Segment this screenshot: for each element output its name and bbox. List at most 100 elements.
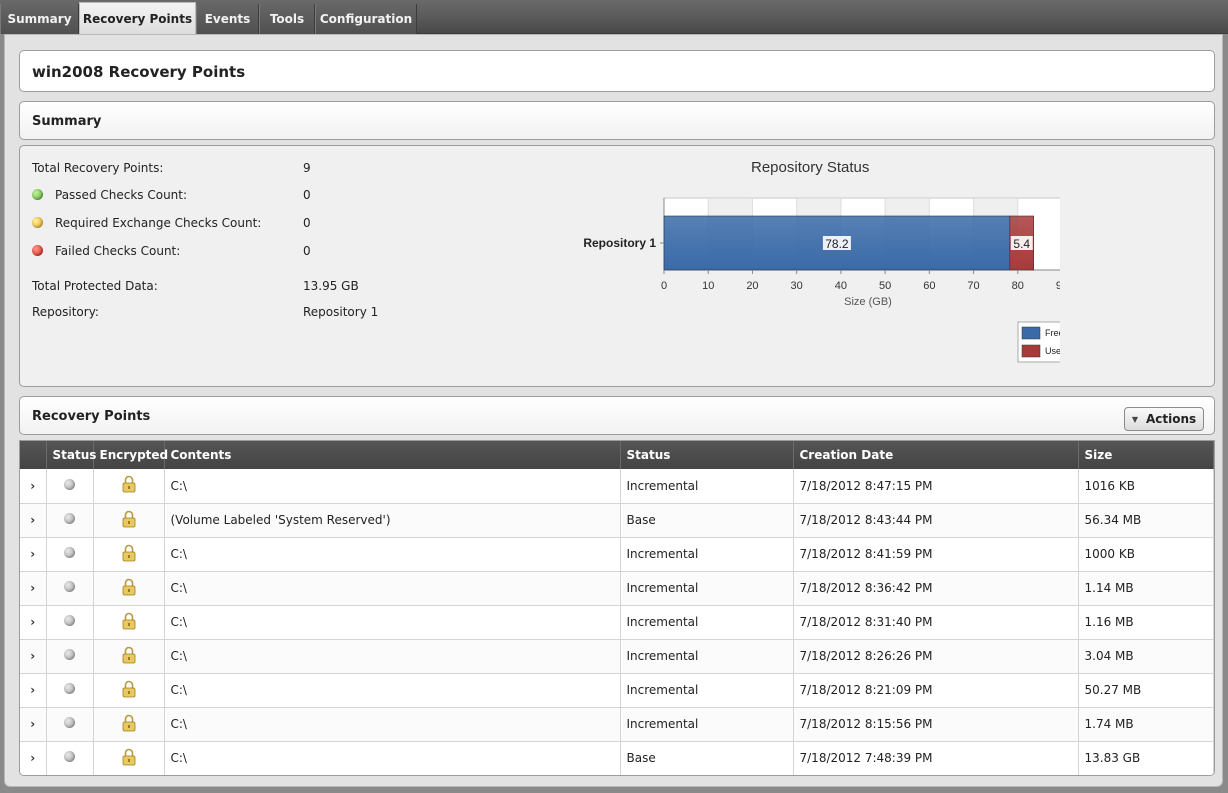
row-creation-date: 7/18/2012 8:26:26 PM [793, 639, 1079, 674]
exchange-checks-value: 0 [303, 216, 311, 230]
page-title: win2008 Recovery Points [32, 63, 246, 81]
row-status-cell [46, 741, 94, 775]
table-row[interactable]: › C:\ Base 7/18/2012 7:48:39 PM 13.83 GB [20, 741, 1214, 775]
table-row[interactable]: › C:\ Incremental 7/18/2012 8:31:40 PM 1.16 … [20, 605, 1214, 640]
tab-events[interactable]: Events [196, 4, 259, 34]
row-size: 1000 KB [1078, 537, 1214, 572]
row-encrypted-cell [93, 537, 165, 572]
row-status-cell [46, 469, 94, 504]
row-size: 1.14 MB [1078, 571, 1214, 606]
expand-row-icon[interactable]: › [20, 673, 47, 708]
expand-row-icon[interactable]: › [20, 605, 47, 640]
expand-row-icon[interactable]: › [20, 571, 47, 606]
status-indicator-icon [64, 513, 75, 524]
x-tick-label: 40 [835, 280, 847, 292]
row-status-cell [46, 639, 94, 674]
lock-icon [122, 680, 136, 698]
expand-row-icon[interactable]: › [20, 503, 47, 538]
recovery-points-table: Status Encrypted Contents Status Creatio… [19, 440, 1215, 776]
x-axis-label: Size (GB) [844, 296, 892, 308]
tab-configuration[interactable]: Configuration [315, 4, 417, 34]
table-row[interactable]: › C:\ Incremental 7/18/2012 8:36:42 PM 1.14 … [20, 571, 1214, 606]
total-protected-label: Total Protected Data: [32, 279, 158, 293]
expand-row-icon[interactable]: › [20, 537, 47, 572]
row-creation-date: 7/18/2012 8:43:44 PM [793, 503, 1079, 538]
row-contents: C:\ [164, 469, 621, 504]
row-contents: C:\ [164, 673, 621, 708]
exchange-checks-label: Required Exchange Checks Count: [55, 216, 262, 230]
x-tick-label: 20 [746, 280, 758, 292]
failed-checks-label: Failed Checks Count: [55, 244, 181, 258]
row-size: 13.83 GB [1078, 741, 1214, 775]
tab-tools[interactable]: Tools [259, 4, 315, 34]
table-row[interactable]: › C:\ Incremental 7/18/2012 8:21:09 PM 50.27… [20, 673, 1214, 708]
row-encrypted-cell [93, 673, 165, 708]
expand-row-icon[interactable]: › [20, 707, 47, 742]
col-header-creation-date[interactable]: Creation Date [793, 441, 1079, 469]
row-status-cell [46, 571, 94, 606]
status-indicator-icon [64, 547, 75, 558]
passed-checks-label: Passed Checks Count: [55, 188, 188, 202]
col-header-size[interactable]: Size [1078, 441, 1214, 469]
row-encrypted-cell [93, 571, 165, 606]
main-content: win2008 Recovery Points Summary Total Re… [4, 34, 1223, 787]
category-label: Repository 1 [583, 236, 656, 250]
row-status-cell [46, 605, 94, 640]
expand-row-icon[interactable]: › [20, 639, 47, 674]
row-creation-date: 7/18/2012 8:41:59 PM [793, 537, 1079, 572]
row-contents: C:\ [164, 571, 621, 606]
x-tick-label: 60 [923, 280, 935, 292]
status-indicator-icon [64, 751, 75, 762]
col-header-expand [20, 441, 47, 469]
page-title-panel: win2008 Recovery Points [19, 50, 1215, 92]
table-row[interactable]: › C:\ Incremental 7/18/2012 8:41:59 PM 1000 … [20, 537, 1214, 572]
failed-status-icon [32, 245, 43, 256]
tab-recovery-points[interactable]: Recovery Points [79, 2, 196, 35]
lock-icon [122, 646, 136, 664]
total-recovery-points-label: Total Recovery Points: [32, 161, 164, 175]
row-status: Incremental [620, 605, 794, 640]
recovery-points-title: Recovery Points [32, 409, 151, 424]
row-encrypted-cell [93, 741, 165, 775]
table-row[interactable]: › (Volume Labeled 'System Reserved') Base 7… [20, 503, 1214, 538]
lock-icon [122, 475, 136, 493]
tab-bar: Summary Recovery Points Events Tools Con… [0, 0, 1228, 35]
x-tick-label: 70 [967, 280, 979, 292]
row-contents: C:\ [164, 639, 621, 674]
lock-icon [122, 578, 136, 596]
failed-checks-value: 0 [303, 244, 311, 258]
row-size: 1.16 MB [1078, 605, 1214, 640]
legend-swatch-free [1021, 326, 1041, 340]
row-status: Base [620, 741, 794, 775]
recovery-points-header: Recovery Points ▼ Actions [19, 396, 1215, 435]
expand-row-icon[interactable]: › [20, 741, 47, 775]
row-size: 50.27 MB [1078, 673, 1214, 708]
row-status: Base [620, 503, 794, 538]
lock-icon [122, 748, 136, 766]
table-row[interactable]: › C:\ Incremental 7/18/2012 8:47:15 PM 1016 … [20, 469, 1214, 504]
col-header-contents[interactable]: Contents [164, 441, 621, 469]
table-row[interactable]: › C:\ Incremental 7/18/2012 8:26:26 PM 3.04 … [20, 639, 1214, 674]
row-status: Incremental [620, 673, 794, 708]
actions-button[interactable]: ▼ Actions [1124, 407, 1204, 431]
table-row[interactable]: › C:\ Incremental 7/18/2012 8:15:56 PM 1.74 … [20, 707, 1214, 742]
row-encrypted-cell [93, 503, 165, 538]
actions-label: Actions [1145, 412, 1197, 426]
tab-summary[interactable]: Summary [0, 4, 79, 34]
status-indicator-icon [64, 683, 75, 694]
col-header-encrypted[interactable]: Encrypted [93, 441, 168, 469]
expand-row-icon[interactable]: › [20, 469, 47, 504]
repository-status-chart: 78.2 5.4 Repository 1 0 10 20 30 40 50 60 70 80 90 Si… [583, 197, 1060, 363]
row-creation-date: 7/18/2012 8:36:42 PM [793, 571, 1079, 606]
total-protected-value: 13.95 GB [303, 279, 359, 293]
row-status-cell [46, 537, 94, 572]
data-label-used: 5.4 [1013, 237, 1030, 251]
col-header-status-icon[interactable]: Status [46, 441, 96, 469]
status-indicator-icon [64, 649, 75, 660]
row-encrypted-cell [93, 707, 165, 742]
row-status-cell [46, 673, 94, 708]
col-header-status[interactable]: Status [620, 441, 794, 469]
row-encrypted-cell [93, 605, 165, 640]
legend-label-free: Free [1045, 328, 1060, 338]
row-creation-date: 7/18/2012 8:31:40 PM [793, 605, 1079, 640]
